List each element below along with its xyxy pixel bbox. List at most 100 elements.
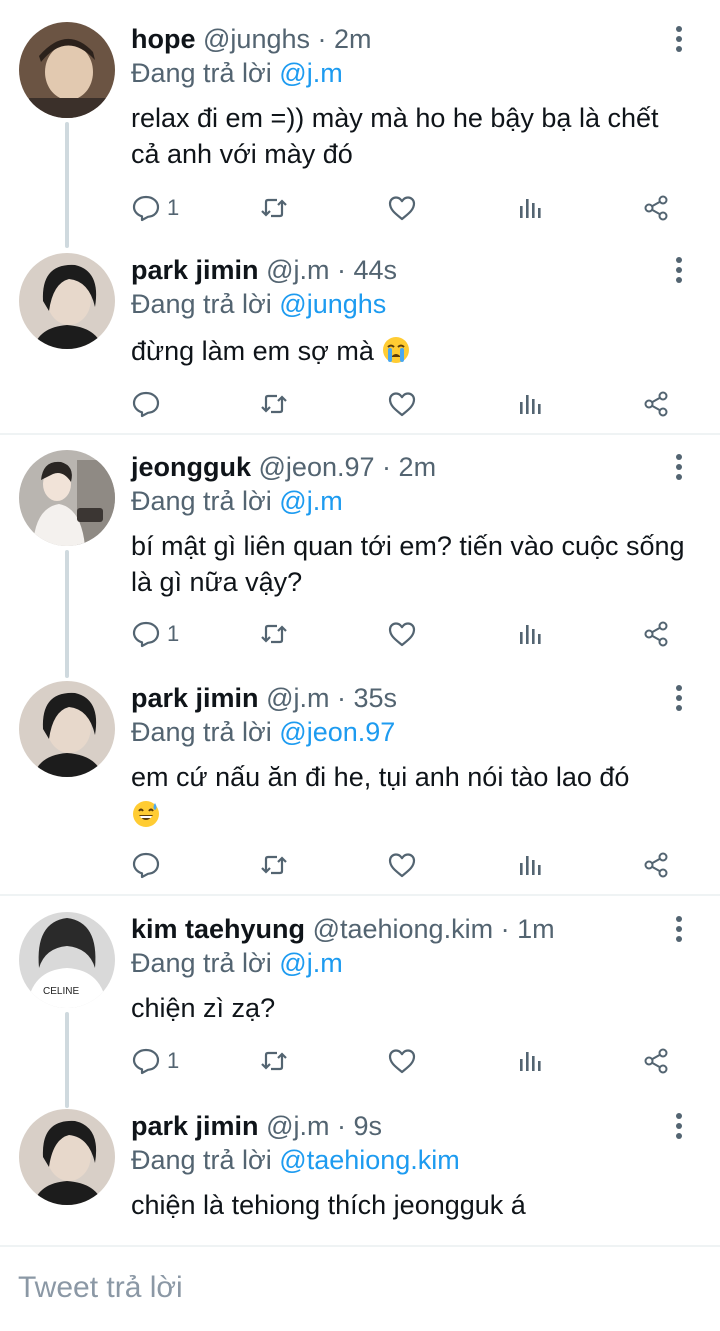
reply-compose-placeholder[interactable]: Tweet trả lời bbox=[18, 1271, 183, 1305]
display-name[interactable]: kim taehyung bbox=[131, 914, 305, 944]
like-button[interactable] bbox=[387, 1041, 417, 1081]
tweet-actions: 1 bbox=[131, 614, 676, 654]
share-button[interactable] bbox=[641, 1041, 671, 1081]
separator: · bbox=[382, 452, 392, 482]
reply-button[interactable]: 1 bbox=[131, 188, 179, 228]
mention-link[interactable]: @j.m bbox=[279, 58, 342, 88]
avatar[interactable] bbox=[19, 253, 115, 349]
replying-to: Đang trả lời @junghs bbox=[131, 287, 386, 321]
mention-link[interactable]: @j.m bbox=[279, 948, 342, 978]
analytics-button[interactable] bbox=[515, 384, 545, 424]
tweet-actions: 1 bbox=[131, 188, 676, 228]
mention-link[interactable]: @j.m bbox=[279, 486, 342, 516]
share-button[interactable] bbox=[641, 614, 671, 654]
reply-icon bbox=[132, 852, 160, 879]
replying-to: Đang trả lời @j.m bbox=[131, 56, 343, 90]
tweet-text-content: relax đi em =)) mày mà ho he bậy bạ là c… bbox=[131, 103, 659, 169]
more-options-icon[interactable] bbox=[672, 916, 686, 946]
retweet-button[interactable] bbox=[259, 845, 289, 885]
display-name[interactable]: park jimin bbox=[131, 683, 259, 713]
mention-link[interactable]: @junghs bbox=[279, 289, 386, 319]
more-options-icon[interactable] bbox=[672, 685, 686, 715]
retweet-button[interactable] bbox=[259, 384, 289, 424]
retweet-button[interactable] bbox=[259, 188, 289, 228]
separator: · bbox=[317, 24, 327, 54]
share-icon bbox=[644, 621, 668, 647]
analytics-icon bbox=[520, 625, 541, 644]
analytics-button[interactable] bbox=[515, 1041, 545, 1081]
tweet-text-content: chiện zì zạ? bbox=[131, 993, 276, 1023]
tweet-text-content: đừng làm em sợ mà bbox=[131, 336, 374, 366]
avatar[interactable] bbox=[19, 1109, 115, 1205]
like-button[interactable] bbox=[387, 614, 417, 654]
more-options-icon[interactable] bbox=[672, 1113, 686, 1143]
like-button[interactable] bbox=[387, 188, 417, 228]
share-icon bbox=[644, 391, 668, 417]
replying-to: Đang trả lời @jeon.97 bbox=[131, 715, 395, 749]
reply-count: 1 bbox=[167, 621, 180, 646]
replying-label: Đang trả lời bbox=[131, 58, 272, 88]
mention-link[interactable]: @taehiong.kim bbox=[279, 1145, 460, 1175]
reply-icon bbox=[132, 1048, 160, 1075]
avatar[interactable] bbox=[19, 450, 115, 546]
analytics-button[interactable] bbox=[515, 614, 545, 654]
tweet-header: park jimin @j.m · 44s bbox=[131, 253, 660, 287]
crying-face-emoji bbox=[383, 337, 410, 363]
tweet-actions: 1 bbox=[131, 1041, 676, 1081]
reply-button[interactable] bbox=[131, 384, 167, 424]
like-icon bbox=[388, 392, 416, 417]
share-button[interactable] bbox=[641, 188, 671, 228]
display-name[interactable]: jeongguk bbox=[131, 452, 251, 482]
separator: · bbox=[336, 683, 346, 713]
retweet-icon bbox=[261, 624, 287, 644]
grinning-sweat-face-emoji bbox=[133, 801, 159, 827]
reply-button[interactable] bbox=[131, 845, 167, 885]
like-button[interactable] bbox=[387, 384, 417, 424]
user-handle: @j.m bbox=[266, 1111, 330, 1141]
reply-compose-bar[interactable]: Tweet trả lời bbox=[0, 1245, 720, 1331]
share-icon bbox=[644, 195, 668, 221]
reply-button[interactable]: 1 bbox=[131, 614, 179, 654]
reply-tweet[interactable]: park jimin @j.m · 9s Đang trả lời @taehi… bbox=[0, 1109, 720, 1229]
user-handle: @j.m bbox=[266, 255, 330, 285]
share-icon bbox=[644, 852, 668, 878]
like-icon bbox=[388, 622, 416, 647]
timestamp[interactable]: 1m bbox=[517, 914, 555, 944]
analytics-button[interactable] bbox=[515, 188, 545, 228]
like-button[interactable] bbox=[387, 845, 417, 885]
tweet-text: đừng làm em sợ mà bbox=[131, 333, 690, 369]
reply-button[interactable]: 1 bbox=[131, 1041, 179, 1081]
timestamp[interactable]: 9s bbox=[354, 1111, 383, 1141]
tweet-header: jeongguk @jeon.97 · 2m bbox=[131, 450, 660, 484]
display-name[interactable]: hope bbox=[131, 24, 196, 54]
separator: · bbox=[336, 1111, 346, 1141]
share-button[interactable] bbox=[641, 845, 671, 885]
svg-text:CELINE: CELINE bbox=[43, 986, 79, 997]
more-options-icon[interactable] bbox=[672, 454, 686, 484]
retweet-button[interactable] bbox=[259, 1041, 289, 1081]
analytics-button[interactable] bbox=[515, 845, 545, 885]
display-name[interactable]: park jimin bbox=[131, 1111, 259, 1141]
mention-link[interactable]: @jeon.97 bbox=[279, 717, 395, 747]
avatar[interactable]: CELINE bbox=[19, 912, 115, 1008]
retweet-icon bbox=[261, 1051, 287, 1071]
timestamp[interactable]: 2m bbox=[334, 24, 372, 54]
timestamp[interactable]: 2m bbox=[399, 452, 437, 482]
tweet-header: park jimin @j.m · 9s bbox=[131, 1109, 660, 1143]
timestamp[interactable]: 44s bbox=[354, 255, 398, 285]
tweet-text-content: chiện là tehiong thích jeongguk á bbox=[131, 1190, 526, 1220]
retweet-button[interactable] bbox=[259, 614, 289, 654]
more-options-icon[interactable] bbox=[672, 257, 686, 287]
replying-label: Đang trả lời bbox=[131, 1145, 272, 1175]
divider bbox=[0, 433, 720, 435]
analytics-icon bbox=[520, 1052, 541, 1071]
timestamp[interactable]: 35s bbox=[354, 683, 398, 713]
share-button[interactable] bbox=[641, 384, 671, 424]
avatar[interactable] bbox=[19, 681, 115, 777]
tweet-header: hope @junghs · 2m bbox=[131, 22, 660, 56]
replying-to: Đang trả lời @j.m bbox=[131, 946, 343, 980]
more-options-icon[interactable] bbox=[672, 26, 686, 56]
like-icon bbox=[388, 1049, 416, 1074]
avatar[interactable] bbox=[19, 22, 115, 118]
display-name[interactable]: park jimin bbox=[131, 255, 259, 285]
